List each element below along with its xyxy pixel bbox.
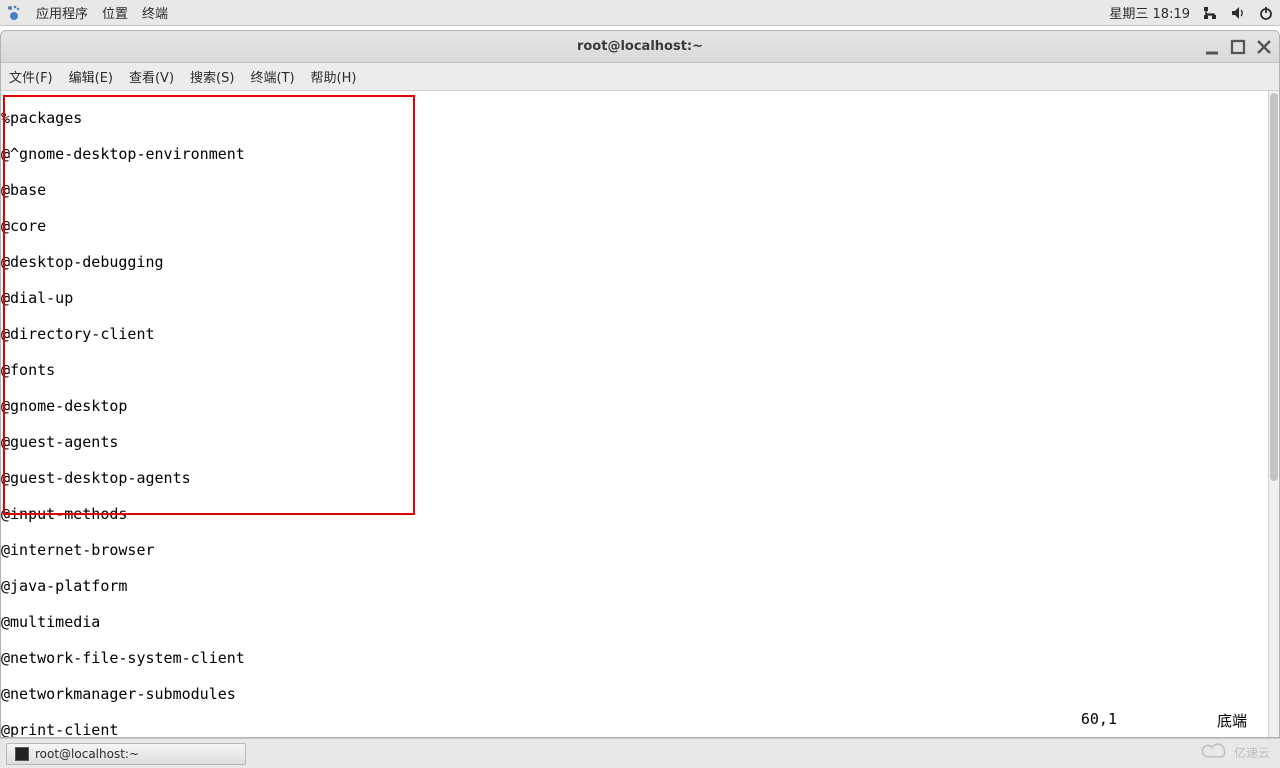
text-line: @fonts xyxy=(1,361,1279,379)
menu-terminal[interactable]: 终端 xyxy=(142,3,168,22)
text-line: @networkmanager-submodules xyxy=(1,685,1279,703)
gnome-foot-icon xyxy=(6,5,22,21)
clock[interactable]: 星期三 18:19 xyxy=(1109,3,1190,22)
menu-view[interactable]: 查看(V) xyxy=(129,67,174,86)
text-line: @desktop-debugging xyxy=(1,253,1279,271)
cursor-position: 60,1 xyxy=(1081,710,1117,731)
taskbar-item-terminal[interactable]: root@localhost:~ xyxy=(6,743,246,765)
text-line: @multimedia xyxy=(1,613,1279,631)
menu-edit[interactable]: 编辑(E) xyxy=(69,67,113,86)
window-title: root@localhost:~ xyxy=(577,39,703,54)
text-line: @core xyxy=(1,217,1279,235)
menu-file[interactable]: 文件(F) xyxy=(9,67,53,86)
text-line: @network-file-system-client xyxy=(1,649,1279,667)
menu-terminal[interactable]: 终端(T) xyxy=(250,67,294,86)
terminal-window: root@localhost:~ 文件(F) 编辑(E) 查看(V) 搜索(S)… xyxy=(0,30,1280,738)
terminal-body[interactable]: %packages @^gnome-desktop-environment @b… xyxy=(1,91,1279,737)
menu-search[interactable]: 搜索(S) xyxy=(190,67,234,86)
text-line: @dial-up xyxy=(1,289,1279,307)
watermark: 亿速云 xyxy=(1200,742,1270,762)
gnome-top-panel: 应用程序 位置 终端 星期三 18:19 xyxy=(0,0,1280,26)
menu-help[interactable]: 帮助(H) xyxy=(311,67,357,86)
maximize-button[interactable] xyxy=(1229,38,1247,56)
text-line: @^gnome-desktop-environment xyxy=(1,145,1279,163)
terminal-menubar: 文件(F) 编辑(E) 查看(V) 搜索(S) 终端(T) 帮助(H) xyxy=(1,63,1279,91)
menu-places[interactable]: 位置 xyxy=(102,3,128,22)
text-line: @internet-browser xyxy=(1,541,1279,559)
text-line: @input-methods xyxy=(1,505,1279,523)
scroll-location: 底端 xyxy=(1217,710,1247,731)
scrollbar-thumb[interactable] xyxy=(1270,93,1278,481)
terminal-icon xyxy=(15,747,29,761)
terminal-content[interactable]: %packages @^gnome-desktop-environment @b… xyxy=(1,91,1279,737)
window-titlebar[interactable]: root@localhost:~ xyxy=(1,31,1279,63)
text-line: @directory-client xyxy=(1,325,1279,343)
taskbar-item-label: root@localhost:~ xyxy=(35,747,139,761)
gnome-taskbar: root@localhost:~ xyxy=(0,738,1280,768)
text-line: %packages xyxy=(1,109,1279,127)
volume-icon[interactable] xyxy=(1230,5,1246,21)
text-line: @guest-desktop-agents xyxy=(1,469,1279,487)
close-button[interactable] xyxy=(1255,38,1273,56)
vim-status-line: 60,1 底端 xyxy=(1081,710,1247,731)
text-line: @guest-agents xyxy=(1,433,1279,451)
scrollbar[interactable] xyxy=(1268,91,1279,737)
minimize-button[interactable] xyxy=(1203,38,1221,56)
text-line: @base xyxy=(1,181,1279,199)
menu-applications[interactable]: 应用程序 xyxy=(36,3,88,22)
network-icon[interactable] xyxy=(1202,5,1218,21)
text-line: @java-platform xyxy=(1,577,1279,595)
power-icon[interactable] xyxy=(1258,5,1274,21)
text-line: @gnome-desktop xyxy=(1,397,1279,415)
